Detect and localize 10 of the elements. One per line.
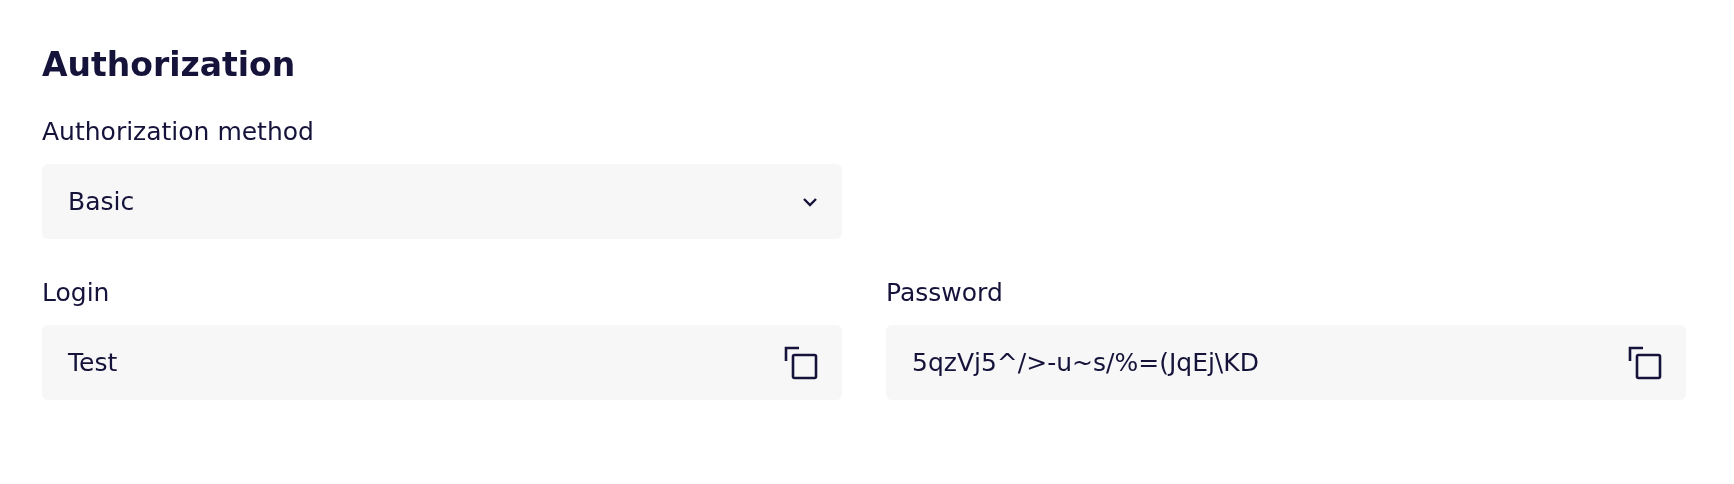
input-field[interactable]: Test (42, 325, 842, 400)
copy-icon[interactable] (784, 345, 818, 380)
chevron-down-icon (802, 196, 818, 207)
section-heading: Authorization (42, 44, 296, 86)
field-label: Password (886, 277, 1003, 309)
field-label: Login (42, 277, 110, 309)
input-field[interactable]: 5qzVj5^/>-u~s/%=(JqEj\KD (886, 325, 1686, 400)
method-select[interactable]: Basic (42, 164, 842, 239)
copy-icon[interactable] (1628, 345, 1662, 380)
field-label: Authorization method (42, 116, 314, 148)
